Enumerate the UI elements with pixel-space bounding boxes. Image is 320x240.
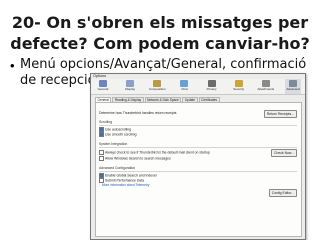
smooth-scrolling-checkbox[interactable] [99, 132, 104, 137]
slide-title-line-1: 20- On s'obren els missatges per [11, 13, 309, 32]
toolbar-item-attachments[interactable]: Attachments [258, 79, 274, 94]
bullet-symbol: • [10, 58, 15, 73]
performance-data-label: Submit Performance Data [105, 178, 145, 183]
toolbar-item-security[interactable]: Security [231, 79, 247, 94]
check-now-button[interactable]: Check Now... [271, 149, 297, 157]
system-integration-label: System Integration [99, 142, 128, 146]
slide-title: 20- On s'obren els missatges per defecte… [0, 12, 320, 54]
toolbar-item-advanced[interactable]: Advanced [284, 79, 301, 94]
attachments-icon [261, 80, 270, 87]
autoscrolling-label: Use autoscrolling [105, 127, 132, 132]
toolbar-label: Attachments [257, 87, 275, 91]
options-toolbar: General Display Composition Chat Privacy… [91, 79, 305, 95]
smooth-scrolling-label: Use smooth scrolling [105, 132, 137, 137]
general-icon [99, 80, 107, 87]
config-editor-button[interactable]: Config Editor... [268, 189, 297, 197]
telemetry-info-link[interactable]: More information about Telemetry [102, 183, 149, 187]
section-divider [99, 147, 297, 148]
windows-search-label: Allow Windows Search to search messages [105, 156, 171, 161]
toolbar-label: Privacy [206, 87, 217, 91]
receipts-text: Determine how Thunderbird handles return… [99, 111, 177, 115]
section-divider [99, 171, 297, 172]
toolbar-item-chat[interactable]: Chat [176, 79, 192, 94]
privacy-icon [207, 80, 216, 87]
default-client-label: Always check to see if Thunderbird is th… [105, 150, 210, 155]
composition-icon [153, 80, 162, 87]
toolbar-item-display[interactable]: Display [122, 79, 138, 94]
default-client-checkbox[interactable] [99, 150, 104, 155]
advanced-icon [288, 80, 297, 87]
toolbar-item-composition[interactable]: Composition [148, 79, 166, 94]
toolbar-label: Composition [148, 87, 166, 91]
windows-search-option[interactable]: Allow Windows Search to search messages [99, 156, 171, 161]
toolbar-label: General [97, 87, 109, 91]
default-client-option[interactable]: Always check to see if Thunderbird is th… [99, 150, 210, 155]
chat-icon [180, 80, 189, 87]
toolbar-item-privacy[interactable]: Privacy [204, 79, 220, 94]
advanced-configuration-label: Advanced Configuration [99, 166, 136, 170]
general-panel: Determine how Thunderbird handles return… [95, 102, 302, 237]
toolbar-item-general[interactable]: General [95, 79, 111, 94]
global-search-label: Enable Global Search and Indexer [105, 173, 157, 178]
toolbar-label: Advanced [286, 87, 300, 91]
toolbar-label: Security [233, 87, 245, 91]
options-dialog: Options General Display Composition Chat… [90, 73, 306, 240]
toolbar-label: Chat [181, 87, 188, 91]
smooth-scrolling-option[interactable]: Use smooth scrolling [99, 132, 136, 137]
windows-search-checkbox[interactable] [99, 156, 104, 161]
security-icon [234, 80, 243, 87]
section-divider [99, 125, 297, 126]
scrolling-label: Scrolling [99, 120, 113, 124]
toolbar-label: Display [125, 87, 136, 91]
return-receipts-button[interactable]: Return Receipts... [263, 110, 297, 118]
display-icon [126, 80, 135, 87]
slide-title-line-2: defecte? Com podem canviar-ho? [10, 34, 310, 53]
